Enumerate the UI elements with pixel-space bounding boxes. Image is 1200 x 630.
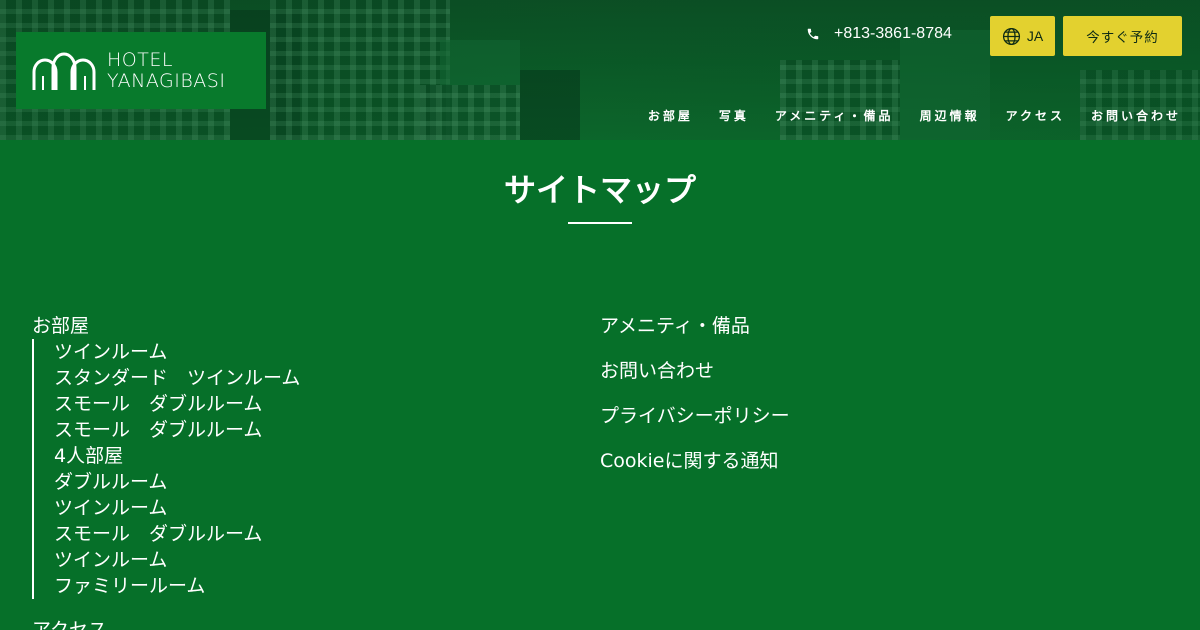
language-label: JA: [1026, 28, 1044, 44]
hotel-logo-arches-icon: [32, 52, 96, 90]
room-link[interactable]: スタンダード ツインルーム: [54, 365, 552, 391]
globe-icon: [1002, 27, 1020, 45]
nav-item-amenities[interactable]: アメニティ・備品: [775, 107, 894, 124]
language-button[interactable]: JA: [990, 16, 1055, 56]
sitemap-link-access[interactable]: アクセス: [32, 617, 552, 630]
sitemap-link-rooms[interactable]: お部屋: [32, 313, 552, 339]
main-nav: お部屋 写真 アメニティ・備品 周辺情報 アクセス お問い合わせ: [648, 106, 1181, 124]
phone-icon: [807, 28, 819, 40]
page-title: サイトマップ: [503, 171, 696, 209]
room-link[interactable]: ファミリールーム: [54, 573, 552, 599]
reserve-now-button[interactable]: 今すぐ予約: [1063, 16, 1182, 56]
site-header: HOTEL YANAGIBASI +813-3861-8784 JA 今すぐ予約…: [0, 0, 1200, 140]
room-link[interactable]: ツインルーム: [54, 339, 552, 365]
room-link[interactable]: スモール ダブルルーム: [54, 521, 552, 547]
sitemap-right-column: アメニティ・備品 お問い合わせ プライバシーポリシー Cookieに関する通知: [600, 313, 1160, 493]
sitemap-link-cookie-notice[interactable]: Cookieに関する通知: [600, 448, 1160, 474]
nav-item-neighborhood[interactable]: 周辺情報: [920, 107, 980, 124]
sitemap-link-contact[interactable]: お問い合わせ: [600, 358, 1160, 384]
nav-item-access[interactable]: アクセス: [1006, 107, 1065, 124]
logo-line2: YANAGIBASI: [107, 69, 226, 92]
room-link[interactable]: ダブルルーム: [54, 469, 552, 495]
phone-number: +813-3861-8784: [834, 25, 952, 42]
sitemap-link-amenities[interactable]: アメニティ・備品: [600, 313, 1160, 339]
rooms-sublist: ツインルーム スタンダード ツインルーム スモール ダブルルーム スモール ダブ…: [32, 339, 552, 599]
logo-text: HOTEL YANAGIBASI: [107, 48, 226, 92]
logo-line1: HOTEL: [107, 48, 173, 71]
room-link[interactable]: ツインルーム: [54, 547, 552, 573]
title-underline: [568, 222, 632, 224]
sitemap-left-column: お部屋 ツインルーム スタンダード ツインルーム スモール ダブルルーム スモー…: [32, 313, 552, 630]
hotel-logo[interactable]: HOTEL YANAGIBASI: [16, 32, 266, 109]
room-link[interactable]: ツインルーム: [54, 495, 552, 521]
sitemap-link-privacy-policy[interactable]: プライバシーポリシー: [600, 403, 1160, 429]
room-link[interactable]: 4人部屋: [54, 443, 552, 469]
room-link[interactable]: スモール ダブルルーム: [54, 391, 552, 417]
room-link[interactable]: スモール ダブルルーム: [54, 417, 552, 443]
nav-item-rooms[interactable]: お部屋: [648, 107, 693, 124]
nav-item-contact[interactable]: お問い合わせ: [1091, 107, 1181, 124]
phone-link[interactable]: +813-3861-8784: [806, 24, 952, 44]
nav-item-photos[interactable]: 写真: [719, 107, 749, 124]
